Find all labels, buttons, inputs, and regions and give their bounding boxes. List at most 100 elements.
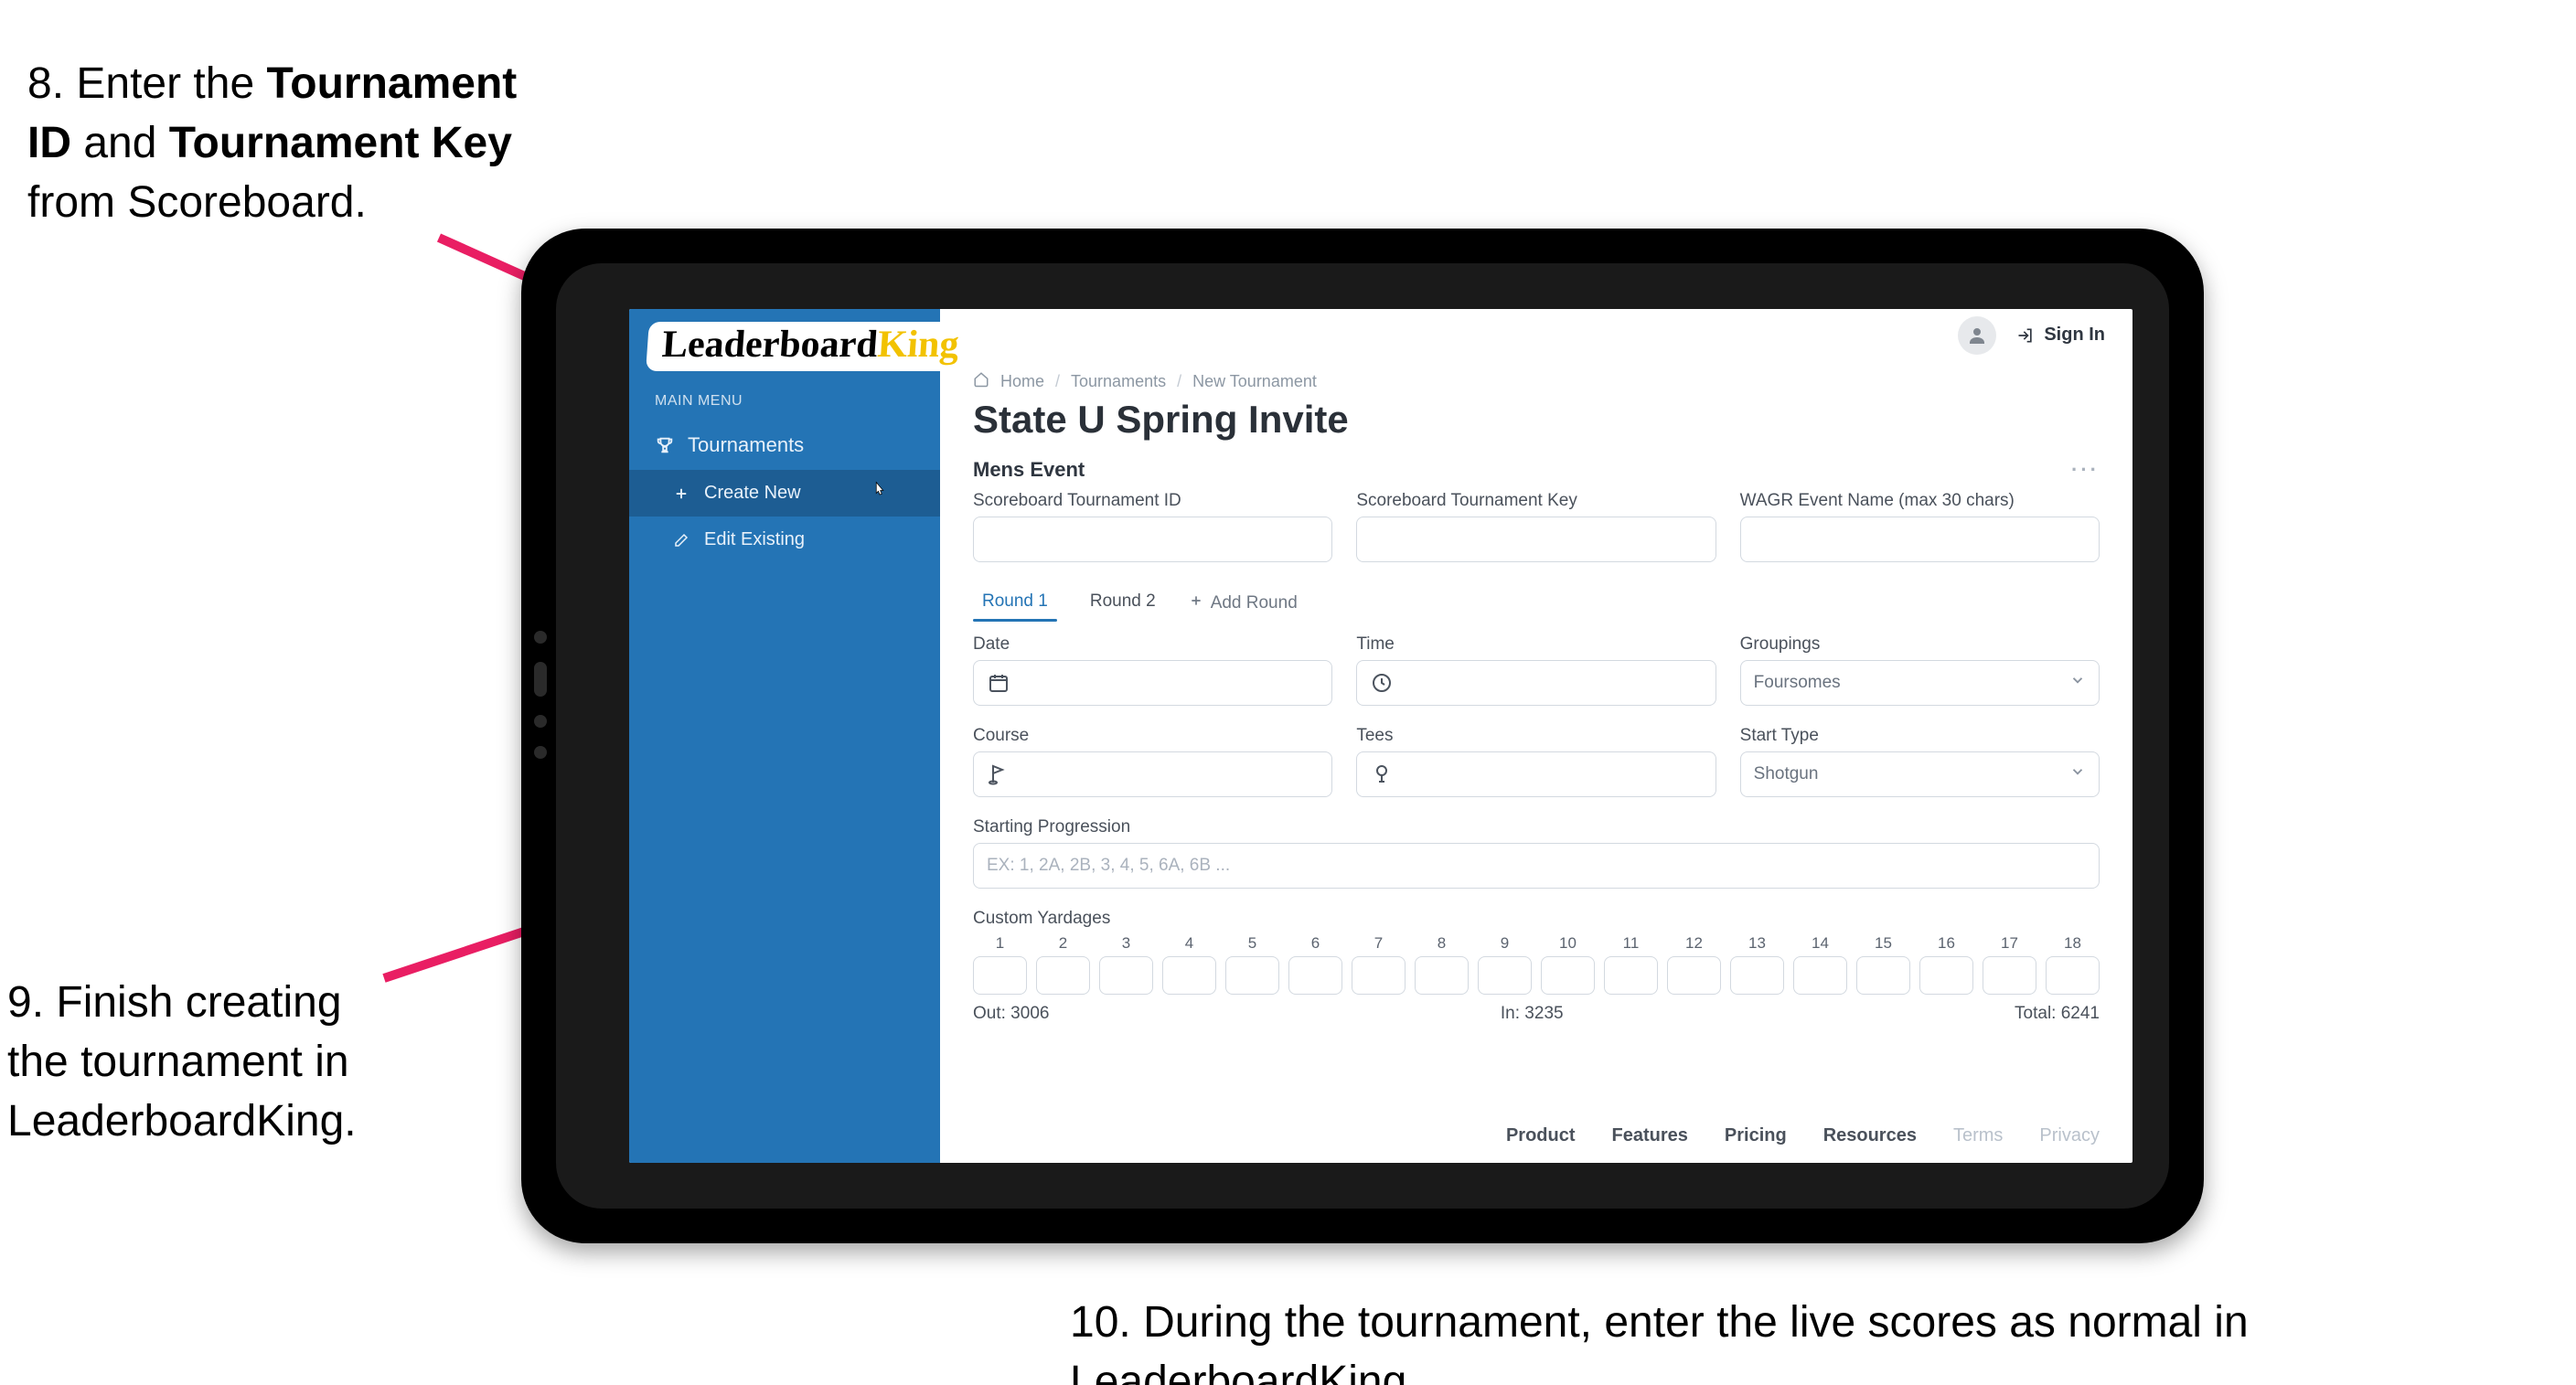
more-icon[interactable]: ··· (2071, 458, 2100, 482)
trophy-icon (655, 435, 675, 455)
footer-features[interactable]: Features (1612, 1125, 1688, 1146)
content: Home / Tournaments / New Tournament Stat… (940, 362, 2132, 1100)
hole-yardage-input[interactable] (1541, 956, 1595, 995)
tab-round-1[interactable]: Round 1 (973, 586, 1057, 621)
add-round-label: Add Round (1211, 593, 1298, 613)
calendar-icon (987, 671, 1010, 695)
field-course: Course (973, 726, 1332, 797)
breadcrumb-tournaments[interactable]: Tournaments (1071, 372, 1166, 391)
hole-yardage-input[interactable] (1478, 956, 1532, 995)
sign-in-button[interactable]: Sign In (2016, 325, 2105, 346)
field-date: Date (973, 634, 1332, 706)
hole-number: 8 (1415, 934, 1469, 953)
field-label: Course (973, 726, 1332, 746)
hole-yardage-input[interactable] (1162, 956, 1216, 995)
field-start-type: Start Type Shotgun (1740, 726, 2100, 797)
start-type-select[interactable]: Shotgun (1740, 751, 2100, 797)
hole-yardage-input[interactable] (1099, 956, 1153, 995)
scoreboard-id-input[interactable] (973, 517, 1332, 562)
hole-column: 11 (1604, 934, 1658, 995)
annotation-step-8: 8. Enter the Tournament ID and Tournamen… (27, 55, 521, 232)
breadcrumb-current: New Tournament (1192, 372, 1317, 391)
hole-yardage-input[interactable] (1919, 956, 1973, 995)
hole-column: 12 (1667, 934, 1721, 995)
hole-yardage-input[interactable] (1856, 956, 1910, 995)
footer-pricing[interactable]: Pricing (1725, 1125, 1787, 1146)
field-tees: Tees (1356, 726, 1716, 797)
golf-tee-icon (1370, 762, 1394, 786)
hole-yardage-input[interactable] (1415, 956, 1469, 995)
hole-number: 5 (1225, 934, 1279, 953)
annotation-text: from Scoreboard. (27, 178, 367, 227)
section-header-mens: Mens Event ··· (973, 458, 2100, 482)
app-screen: LeaderboardKing MAIN MENU Tournaments Cr… (629, 309, 2132, 1163)
hole-yardage-input[interactable] (973, 956, 1027, 995)
hole-column: 5 (1225, 934, 1279, 995)
hole-column: 10 (1541, 934, 1595, 995)
hole-column: 17 (1983, 934, 2036, 995)
starting-progression-input[interactable]: EX: 1, 2A, 2B, 3, 4, 5, 6A, 6B ... (973, 843, 2100, 889)
hole-column: 14 (1793, 934, 1847, 995)
scoreboard-key-input[interactable] (1356, 517, 1716, 562)
field-label: Custom Yardages (973, 909, 2100, 929)
annotation-text: 10. During the tournament, enter the liv… (1070, 1298, 2249, 1385)
tab-round-2[interactable]: Round 2 (1081, 586, 1165, 621)
field-scoreboard-id: Scoreboard Tournament ID (973, 491, 1332, 562)
field-label: Date (973, 634, 1332, 655)
logo[interactable]: LeaderboardKing (629, 309, 940, 380)
footer-resources[interactable]: Resources (1823, 1125, 1917, 1146)
hole-number: 15 (1856, 934, 1910, 953)
annotation-step-10: 10. During the tournament, enter the liv… (1070, 1294, 2277, 1385)
field-label: Time (1356, 634, 1716, 655)
sidebar-item-create-new[interactable]: Create New (629, 470, 940, 517)
time-input[interactable] (1356, 660, 1716, 706)
add-round-button[interactable]: Add Round (1189, 593, 1298, 613)
hole-column: 15 (1856, 934, 1910, 995)
hole-number: 11 (1604, 934, 1658, 953)
hole-yardage-input[interactable] (1730, 956, 1784, 995)
main-panel: Sign In Home / Tournaments / New Tournam… (940, 309, 2132, 1163)
footer-privacy[interactable]: Privacy (2039, 1125, 2100, 1146)
field-time: Time (1356, 634, 1716, 706)
avatar[interactable] (1958, 316, 1996, 355)
plus-icon (671, 484, 691, 504)
wagr-name-input[interactable] (1740, 517, 2100, 562)
hole-yardage-input[interactable] (1225, 956, 1279, 995)
course-input[interactable] (973, 751, 1332, 797)
hole-column: 3 (1099, 934, 1153, 995)
hole-column: 13 (1730, 934, 1784, 995)
breadcrumb-home[interactable]: Home (1000, 372, 1044, 391)
hole-yardage-input[interactable] (2046, 956, 2100, 995)
tees-input[interactable] (1356, 751, 1716, 797)
hole-yardage-input[interactable] (1288, 956, 1342, 995)
home-icon[interactable] (973, 371, 989, 392)
field-label: Scoreboard Tournament Key (1356, 491, 1716, 511)
hole-column: 2 (1036, 934, 1090, 995)
hole-yardage-input[interactable] (1036, 956, 1090, 995)
date-input[interactable] (973, 660, 1332, 706)
yardage-out: Out: 3006 (973, 1004, 1049, 1024)
hole-yardage-input[interactable] (1793, 956, 1847, 995)
annotation-text: 9. Finish creating the tournament in Lea… (7, 978, 357, 1145)
field-label: Tees (1356, 726, 1716, 746)
clock-icon (1370, 671, 1394, 695)
hole-yardage-input[interactable] (1604, 956, 1658, 995)
placeholder-text: EX: 1, 2A, 2B, 3, 4, 5, 6A, 6B ... (987, 856, 1230, 876)
section-title: Mens Event (973, 458, 1085, 482)
annotation-text: and (71, 119, 169, 167)
custom-yardages-section: Custom Yardages 123456789101112131415161… (973, 909, 2100, 1024)
cursor-icon (871, 481, 888, 502)
sidebar-item-tournaments[interactable]: Tournaments (629, 421, 940, 470)
field-label: Start Type (1740, 726, 2100, 746)
footer-terms[interactable]: Terms (1953, 1125, 2003, 1146)
hole-number: 18 (2046, 934, 2100, 953)
annotation-bold: Tournament Key (169, 119, 512, 167)
sidebar: LeaderboardKing MAIN MENU Tournaments Cr… (629, 309, 940, 1163)
select-value: Foursomes (1754, 673, 1841, 693)
hole-yardage-input[interactable] (1667, 956, 1721, 995)
footer-product[interactable]: Product (1506, 1125, 1576, 1146)
hole-yardage-input[interactable] (1352, 956, 1406, 995)
sidebar-item-edit-existing[interactable]: Edit Existing (629, 517, 940, 563)
groupings-select[interactable]: Foursomes (1740, 660, 2100, 706)
hole-yardage-input[interactable] (1983, 956, 2036, 995)
